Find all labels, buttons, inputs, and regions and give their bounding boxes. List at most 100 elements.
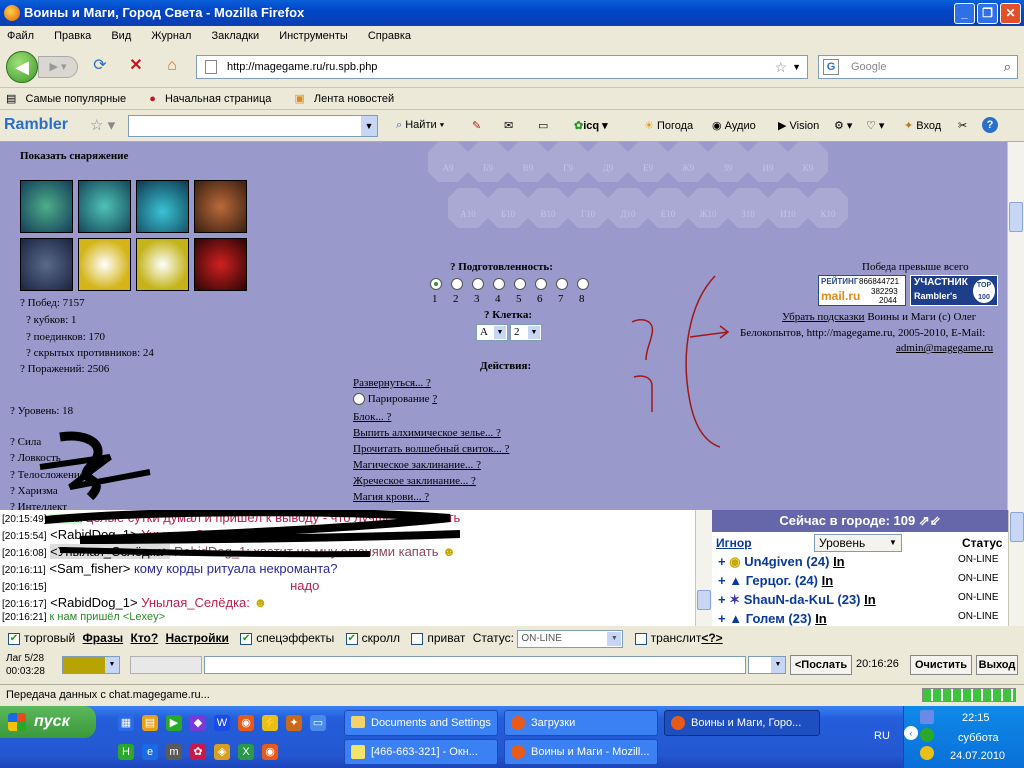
- rambler-top100-badge[interactable]: УЧАСТНИК Rambler's TOP 100: [910, 275, 998, 306]
- stop-icon[interactable]: ✕: [126, 56, 146, 76]
- readiness-radio-7[interactable]: [556, 278, 568, 290]
- private-checkbox[interactable]: [411, 632, 424, 645]
- task-documents[interactable]: Documents and Settings: [344, 710, 498, 736]
- action-potion[interactable]: Выпить алхимическое зелье... ?: [353, 427, 501, 439]
- bookmark-feed[interactable]: ▣ Лента новостей: [288, 93, 394, 105]
- task-firefox[interactable]: Воины и Маги - Mozill...: [504, 739, 658, 765]
- chat-scrollbar-thumb[interactable]: [697, 590, 711, 610]
- mail-icon[interactable]: ✉: [504, 119, 513, 132]
- user-info-link[interactable]: In: [864, 592, 876, 607]
- task-downloads[interactable]: Загрузки: [504, 710, 658, 736]
- icq-tray-icon[interactable]: [920, 728, 934, 742]
- minimize-button[interactable]: _: [954, 3, 975, 24]
- hex-cell[interactable]: Ж10: [688, 188, 728, 228]
- message-input[interactable]: [204, 656, 746, 674]
- app2-icon[interactable]: ✿: [190, 744, 206, 760]
- show-gear-label[interactable]: Показать снаряжение: [20, 150, 128, 162]
- hex-cell[interactable]: Е9: [628, 142, 668, 182]
- audio-button[interactable]: ◉ Аудио: [712, 119, 756, 132]
- task-game-window[interactable]: Воины и Маги, Горо...: [664, 710, 820, 736]
- window-icon[interactable]: ▭: [310, 715, 326, 731]
- user-info-link[interactable]: In: [822, 573, 834, 588]
- mirc-icon[interactable]: m: [166, 744, 182, 760]
- forward-button[interactable]: ▶ ▾: [38, 56, 78, 78]
- recipient-field[interactable]: [130, 656, 202, 674]
- menu-tools[interactable]: Инструменты: [279, 30, 348, 42]
- app-icon[interactable]: ◆: [190, 715, 206, 731]
- readiness-radio-8[interactable]: [577, 278, 589, 290]
- menu-view[interactable]: Вид: [111, 30, 131, 42]
- firefox-quick-icon[interactable]: ◉: [238, 715, 254, 731]
- hex-cell[interactable]: А10: [448, 188, 488, 228]
- user-name[interactable]: ShauN-da-KuL (23): [744, 592, 861, 607]
- help-icon[interactable]: ?: [982, 117, 998, 133]
- url-dropdown-icon[interactable]: ▼: [792, 56, 801, 78]
- gear-weapon-icon[interactable]: [194, 238, 247, 291]
- smiley-select[interactable]: ▼: [748, 656, 786, 674]
- cell-row-select[interactable]: 2 ▼: [510, 324, 542, 341]
- media-player-icon[interactable]: ▶: [166, 715, 182, 731]
- translit-help-link[interactable]: <?>: [701, 631, 722, 645]
- tool-icon[interactable]: ⚙ ▾: [834, 119, 852, 132]
- home-icon[interactable]: ⌂: [162, 56, 182, 76]
- rambler-search-button[interactable]: ⌕ Найти ▾: [396, 119, 444, 132]
- app3-icon[interactable]: ◈: [214, 744, 230, 760]
- hex-cell[interactable]: В9: [508, 142, 548, 182]
- tools-icon[interactable]: ✦: [286, 715, 302, 731]
- bookmark-start[interactable]: ● Начальная страница: [143, 93, 271, 105]
- hex-cell[interactable]: Ж9: [668, 142, 708, 182]
- sort-select[interactable]: Уровень ▼: [814, 534, 902, 552]
- rambler-search-input[interactable]: ▼: [128, 115, 378, 137]
- user-name[interactable]: Голем (23): [746, 611, 812, 626]
- settings-icon[interactable]: ✂: [958, 119, 967, 132]
- pencil-icon[interactable]: ✎: [472, 119, 481, 132]
- vision-button[interactable]: ▶ Vision: [778, 119, 819, 132]
- scroll-checkbox[interactable]: ✔: [345, 632, 358, 645]
- excel-icon[interactable]: X: [238, 744, 254, 760]
- maximize-button[interactable]: ❐: [977, 3, 998, 24]
- email-link[interactable]: admin@magegame.ru: [896, 342, 993, 354]
- hex-cell[interactable]: И9: [748, 142, 788, 182]
- user-row[interactable]: + ▲ Голем (23) In ON-LINE: [712, 611, 1008, 626]
- user-name[interactable]: Un4given (24): [744, 554, 829, 569]
- status-select[interactable]: ON-LINE ▼: [517, 629, 624, 648]
- user-row[interactable]: + ✶ ShauN-da-KuL (23) In ON-LINE: [712, 592, 1008, 611]
- network-icon[interactable]: [920, 710, 934, 724]
- send-button[interactable]: <Послать: [790, 655, 852, 675]
- gear-shield-icon[interactable]: [20, 238, 73, 291]
- hex-cell[interactable]: К9: [788, 142, 828, 182]
- color-select[interactable]: ▼: [62, 656, 120, 674]
- clear-button[interactable]: Очистить: [910, 655, 972, 675]
- hex-cell[interactable]: Г9: [548, 142, 588, 182]
- search-box[interactable]: G Google ⌕: [818, 55, 1018, 79]
- action-block[interactable]: Блок... ?: [353, 411, 391, 423]
- hex-cell[interactable]: З10: [728, 188, 768, 228]
- desktop-icon[interactable]: ▦: [118, 715, 134, 731]
- language-indicator[interactable]: RU: [874, 730, 890, 742]
- reload-icon[interactable]: ⟳: [90, 56, 110, 76]
- hide-hints-link[interactable]: Убрать подсказки: [782, 311, 865, 323]
- login-button[interactable]: ✦ Вход: [904, 119, 941, 132]
- readiness-radio-1[interactable]: [430, 278, 442, 290]
- parry-radio[interactable]: [353, 393, 365, 406]
- action-blood[interactable]: Магия крови... ?: [353, 491, 429, 503]
- lightning-icon[interactable]: ⚡: [262, 715, 278, 731]
- magnifier-icon[interactable]: ⌕: [1004, 56, 1011, 78]
- hex-cell[interactable]: Б10: [488, 188, 528, 228]
- users-scrollbar[interactable]: [1008, 510, 1024, 626]
- readiness-radio-5[interactable]: [514, 278, 526, 290]
- hex-cell[interactable]: И10: [768, 188, 808, 228]
- readiness-radio-4[interactable]: [493, 278, 505, 290]
- user-row[interactable]: + ▲ Герцог. (24) In ON-LINE: [712, 573, 1008, 592]
- card-icon[interactable]: ▭: [538, 119, 548, 132]
- weather-button[interactable]: ☀ Погода: [644, 119, 693, 132]
- menu-edit[interactable]: Правка: [54, 30, 91, 42]
- heart-icon[interactable]: ♡ ▾: [866, 119, 884, 132]
- users-scrollbar-thumb[interactable]: [1010, 512, 1024, 542]
- phrases-link[interactable]: Фразы: [83, 631, 124, 645]
- action-magic[interactable]: Магическое заклинание... ?: [353, 459, 481, 471]
- hex-cell[interactable]: К10: [808, 188, 848, 228]
- who-link[interactable]: Кто?: [131, 631, 159, 645]
- url-bar[interactable]: http://magegame.ru/ru.spb.php ☆ ▼: [196, 55, 808, 79]
- user-row[interactable]: + ◉ Un4given (24) In ON-LINE: [712, 554, 1008, 573]
